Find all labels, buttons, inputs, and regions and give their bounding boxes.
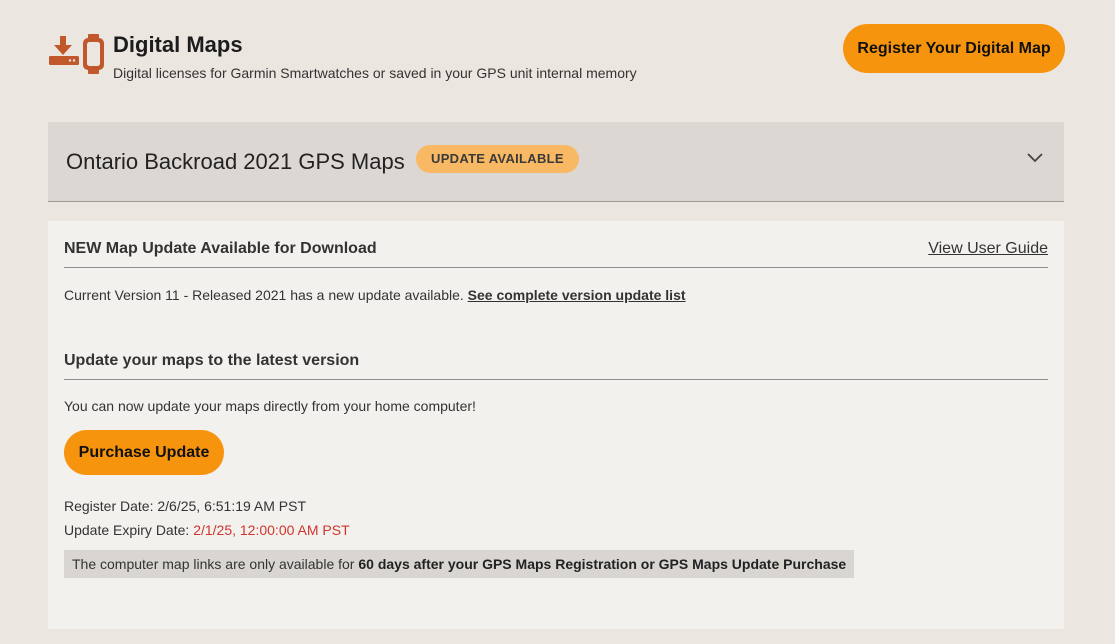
expiry-date-label: Update Expiry Date:: [64, 522, 190, 538]
page-title: Digital Maps: [113, 32, 243, 57]
notice-text: The computer map links are only availabl…: [72, 556, 355, 572]
chevron-down-icon[interactable]: [1026, 152, 1044, 164]
expiry-date: Update Expiry Date: 2/1/25, 12:00:00 AM …: [64, 522, 350, 538]
register-date: Register Date: 2/6/25, 6:51:19 AM PST: [64, 498, 306, 514]
version-text: Current Version 11 - Released 2021 has a…: [64, 287, 464, 303]
view-user-guide-link[interactable]: View User Guide: [928, 240, 1048, 258]
register-digital-map-button[interactable]: Register Your Digital Map: [843, 24, 1065, 73]
purchase-update-button[interactable]: Purchase Update: [64, 430, 224, 475]
update-maps-heading: Update your maps to the latest version: [64, 352, 360, 369]
version-update-list-link[interactable]: See complete version update list: [468, 287, 686, 303]
page-subtitle: Digital licenses for Garmin Smartwatches…: [113, 65, 637, 81]
product-name: Ontario Backroad 2021 GPS Maps: [66, 149, 405, 174]
update-description: You can now update your maps directly fr…: [64, 398, 476, 414]
divider: [64, 267, 1048, 268]
new-update-heading: NEW Map Update Available for Download: [64, 240, 377, 257]
page-header: Digital Maps Digital licenses for Garmin…: [48, 24, 1065, 84]
product-accordion-header[interactable]: Ontario Backroad 2021 GPS Maps UPDATE AV…: [48, 122, 1064, 202]
update-panel: NEW Map Update Available for Download Vi…: [48, 221, 1064, 629]
download-to-device-and-watch-icon: [49, 34, 104, 74]
notice-bold-text: 60 days after your GPS Maps Registration…: [358, 556, 847, 572]
expiry-date-value: 2/1/25, 12:00:00 AM PST: [193, 522, 350, 538]
version-info: Current Version 11 - Released 2021 has a…: [64, 287, 686, 303]
register-date-label: Register Date:: [64, 498, 154, 514]
availability-notice: The computer map links are only availabl…: [64, 550, 855, 578]
divider: [64, 379, 1048, 380]
update-available-badge: UPDATE AVAILABLE: [416, 145, 579, 173]
register-date-value: 2/6/25, 6:51:19 AM PST: [157, 498, 307, 514]
